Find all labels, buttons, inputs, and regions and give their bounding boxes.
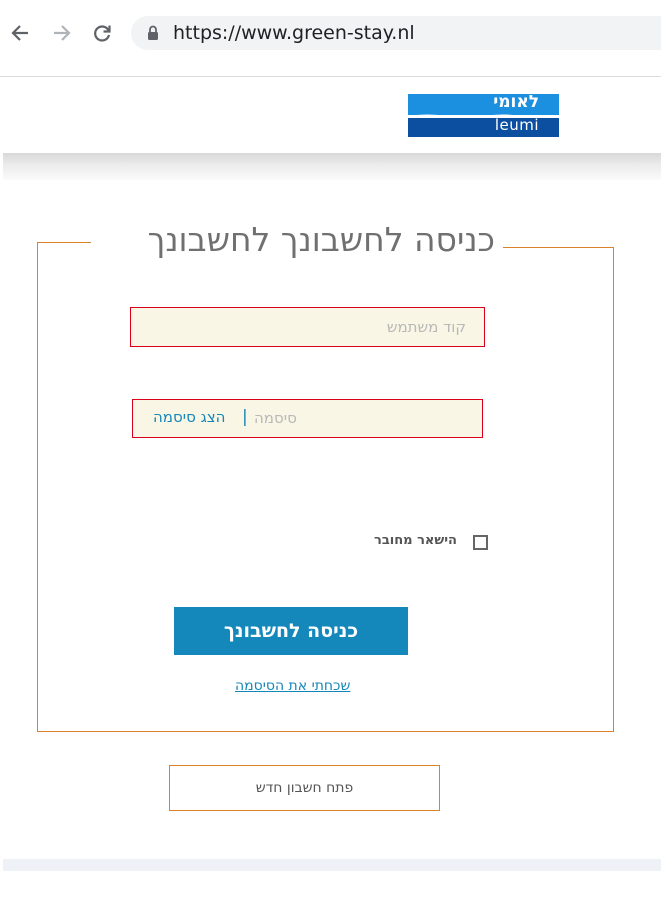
leumi-logo[interactable]: לאומי leumi <box>408 92 559 137</box>
browser-toolbar: https://www.green-stay.nl <box>0 0 661 76</box>
login-box-border <box>37 242 91 243</box>
address-bar[interactable]: https://www.green-stay.nl <box>131 16 661 50</box>
open-account-button[interactable]: פתח חשבון חדש <box>169 765 440 811</box>
header-shadow <box>3 153 661 180</box>
login-box-border <box>37 731 614 732</box>
forgot-password-link[interactable]: שכחתי את הסיסמה <box>235 678 350 694</box>
lock-icon <box>147 25 159 45</box>
reload-icon[interactable] <box>91 22 113 44</box>
toolbar-divider <box>0 76 661 77</box>
password-input[interactable]: סיסמה | הצג סיסמה <box>132 399 483 438</box>
remember-me-label[interactable]: הישאר מחובר <box>374 533 457 548</box>
username-placeholder: קוד משתמש <box>386 318 466 336</box>
password-separator: | <box>242 407 248 427</box>
remember-me-checkbox[interactable] <box>473 535 488 550</box>
password-placeholder: סיסמה <box>254 409 297 427</box>
logo-english-text: leumi <box>494 116 539 134</box>
open-account-label: פתח חשבון חדש <box>255 780 354 796</box>
login-box-border <box>37 242 38 732</box>
footer-band <box>3 859 661 871</box>
url-text: https://www.green-stay.nl <box>173 22 415 44</box>
back-arrow-icon[interactable] <box>9 22 31 44</box>
logo-hebrew-text: לאומי <box>493 92 539 112</box>
forward-arrow-icon[interactable] <box>51 22 73 44</box>
login-title: כניסה לחשבונך לחשבונך <box>147 220 495 259</box>
show-password-link[interactable]: הצג סיסמה <box>153 408 225 426</box>
login-box-border <box>503 247 614 248</box>
username-input[interactable]: קוד משתמש <box>130 307 485 347</box>
login-box-border <box>613 248 614 732</box>
login-button[interactable]: כניסה לחשבונך <box>174 607 408 655</box>
